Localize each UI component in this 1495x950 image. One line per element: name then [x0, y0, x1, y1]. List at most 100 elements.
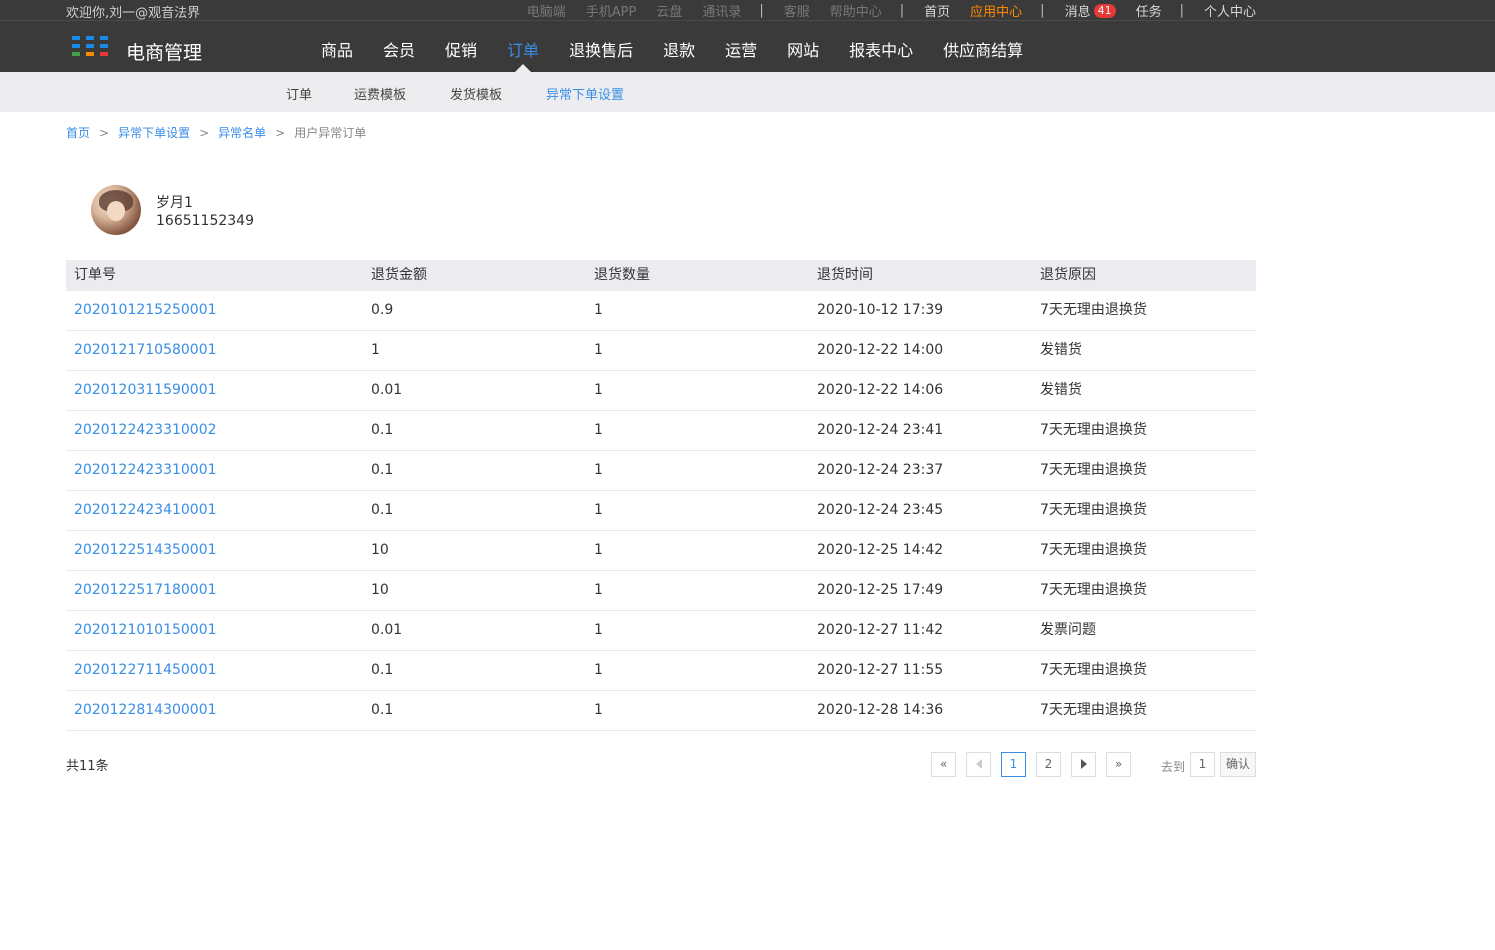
- orders-table: 订单号 退货金额 退货数量 退货时间 退货原因 2020101215250001 0.9 1…: [66, 260, 1256, 731]
- table-cell: 7天无理由退换货: [1040, 462, 1147, 478]
- table-cell: 0.1: [371, 462, 394, 478]
- nav-item-5[interactable]: 退款: [648, 31, 710, 72]
- order-number-link[interactable]: 2020122514350001: [66, 531, 363, 570]
- table-cell: 10: [371, 582, 389, 598]
- top-link-3[interactable]: 通讯录: [702, 1, 741, 20]
- order-number-link[interactable]: 2020122423310002: [66, 411, 363, 450]
- goto-label: 去到: [1161, 760, 1186, 774]
- top-links: 电脑端 手机APP 云盘 通讯录 | 客服 帮助中心 | 首页 应用中心 | 消息 41 任务 | 个人中心: [507, 1, 1256, 20]
- top-link-14[interactable]: 个人中心: [1204, 1, 1256, 20]
- table-cell: 发票问题: [1040, 622, 1096, 638]
- brand-title[interactable]: 电商管理: [126, 38, 202, 65]
- table-body: 2020101215250001 0.9 1 2020-10-12 17:39 7天无理…: [66, 291, 1256, 731]
- top-link-9[interactable]: 应用中心: [970, 1, 1022, 20]
- breadcrumb-item-0[interactable]: 首页: [66, 126, 90, 140]
- top-link-0[interactable]: 电脑端: [527, 1, 566, 20]
- prev-page-button[interactable]: [966, 752, 991, 777]
- table-cell: 2020-12-28 14:36: [817, 702, 944, 718]
- goto-confirm-button[interactable]: 确认: [1220, 752, 1256, 777]
- top-link-1[interactable]: 手机APP: [586, 1, 637, 20]
- nav-item-2[interactable]: 促销: [430, 31, 492, 72]
- table-row: 2020122814300001 0.1 1 2020-12-28 14:36 7天无理…: [66, 691, 1256, 731]
- top-link-5[interactable]: 客服: [784, 1, 810, 20]
- top-link-11[interactable]: 消息: [1065, 1, 1091, 20]
- top-link-6[interactable]: 帮助中心: [830, 1, 882, 20]
- table-cell: 2020-12-24 23:37: [817, 462, 944, 478]
- table-cell: 0.1: [371, 422, 394, 438]
- table-cell: 7天无理由退换货: [1040, 662, 1147, 678]
- table-cell: 7天无理由退换货: [1040, 422, 1147, 438]
- table-cell: 0.01: [371, 622, 403, 638]
- main-nav: 商品 会员 促销 订单 退换售后 退款 运营 网站 报表中心 供应商结算: [306, 31, 1038, 72]
- table-cell: 2020-12-25 17:49: [817, 582, 944, 598]
- table-cell: 1: [594, 382, 603, 398]
- table-cell: 发错货: [1040, 382, 1082, 398]
- top-link-8[interactable]: 首页: [924, 1, 950, 20]
- first-page-button[interactable]: «: [931, 752, 956, 777]
- top-link-separator: |: [899, 3, 905, 18]
- order-number-link[interactable]: 2020122711450001: [66, 651, 363, 690]
- table-cell: 0.1: [371, 702, 394, 718]
- table-cell: 2020-12-24 23:45: [817, 502, 944, 518]
- table-cell: 1: [594, 702, 603, 718]
- top-link-separator: |: [1179, 3, 1184, 18]
- order-number-link[interactable]: 2020101215250001: [66, 291, 363, 330]
- subnav-item-0[interactable]: 订单: [286, 84, 312, 103]
- top-link-separator: |: [759, 3, 764, 18]
- nav-item-1[interactable]: 会员: [368, 31, 430, 72]
- column-header: 退货原因: [1040, 267, 1096, 283]
- nav-item-9[interactable]: 供应商结算: [928, 31, 1038, 72]
- column-header: 订单号: [74, 267, 116, 283]
- page-button-2[interactable]: 2: [1036, 752, 1061, 777]
- nav-item-7[interactable]: 网站: [772, 31, 834, 72]
- user-phone: 16651152349: [156, 213, 254, 229]
- nav-item-8[interactable]: 报表中心: [834, 31, 928, 72]
- order-number-link[interactable]: 2020121710580001: [66, 331, 363, 370]
- table-cell: 2020-12-24 23:41: [817, 422, 944, 438]
- next-page-button[interactable]: [1071, 752, 1096, 777]
- table-cell: 0.1: [371, 502, 394, 518]
- nav-item-6[interactable]: 运营: [710, 31, 772, 72]
- last-page-button[interactable]: »: [1106, 752, 1131, 777]
- table-row: 2020121010150001 0.01 1 2020-12-27 11:42 发票问…: [66, 611, 1256, 651]
- sub-nav: 订单 运费模板 发货模板 异常下单设置: [0, 72, 1495, 112]
- table-cell: 1: [594, 342, 603, 358]
- table-cell: 0.1: [371, 662, 394, 678]
- table-cell: 2020-12-27 11:42: [817, 622, 944, 638]
- table-cell: 1: [594, 302, 603, 318]
- table-cell: 1: [594, 662, 603, 678]
- breadcrumb-separator: >: [275, 126, 286, 140]
- table-cell: 0.01: [371, 382, 403, 398]
- table-row: 2020122423410001 0.1 1 2020-12-24 23:45 7天无理…: [66, 491, 1256, 531]
- order-number-link[interactable]: 2020122423310001: [66, 451, 363, 490]
- table-cell: 1: [594, 542, 603, 558]
- goto-page-input[interactable]: 1: [1190, 752, 1215, 777]
- order-number-link[interactable]: 2020122517180001: [66, 571, 363, 610]
- table-row: 2020120311590001 0.01 1 2020-12-22 14:06 发错货: [66, 371, 1256, 411]
- breadcrumb-item-1[interactable]: 异常下单设置: [118, 126, 190, 140]
- table-cell: 7天无理由退换货: [1040, 702, 1147, 718]
- nav-item-0[interactable]: 商品: [306, 31, 368, 72]
- table-cell: 2020-10-12 17:39: [817, 302, 944, 318]
- breadcrumb-item-2[interactable]: 异常名单: [218, 126, 266, 140]
- top-link-2[interactable]: 云盘: [656, 1, 682, 20]
- page-button-1[interactable]: 1: [1001, 752, 1026, 777]
- nav-item-3[interactable]: 订单: [492, 31, 554, 72]
- subnav-item-3[interactable]: 异常下单设置: [546, 84, 624, 103]
- subnav-item-2[interactable]: 发货模板: [450, 84, 502, 103]
- order-number-link[interactable]: 2020121010150001: [66, 611, 363, 650]
- order-number-link[interactable]: 2020122814300001: [66, 691, 363, 730]
- table-cell: 1: [594, 422, 603, 438]
- table-cell: 7天无理由退换货: [1040, 502, 1147, 518]
- top-link-12[interactable]: 任务: [1136, 1, 1162, 20]
- table-cell: 2020-12-22 14:06: [817, 382, 944, 398]
- app-logo-icon[interactable]: [72, 36, 112, 58]
- top-header: 欢迎你,刘一@观音法界 电脑端 手机APP 云盘 通讯录 | 客服 帮助中心 | 首页 应用中心 |…: [0, 0, 1495, 72]
- table-cell: 1: [594, 462, 603, 478]
- nav-item-4[interactable]: 退换售后: [554, 31, 648, 72]
- subnav-item-1[interactable]: 运费模板: [354, 84, 406, 103]
- order-number-link[interactable]: 2020120311590001: [66, 371, 363, 410]
- message-count-badge: 41: [1093, 3, 1116, 18]
- breadcrumb-item-3: 用户异常订单: [294, 126, 367, 140]
- order-number-link[interactable]: 2020122423410001: [66, 491, 363, 530]
